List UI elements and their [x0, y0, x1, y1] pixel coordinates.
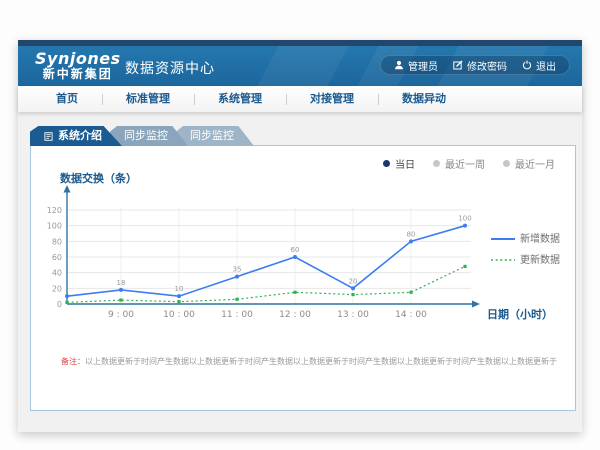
- svg-text:60: 60: [291, 246, 300, 254]
- svg-text:80: 80: [52, 237, 62, 246]
- svg-text:0: 0: [57, 300, 62, 309]
- tab-label: 同步监控: [190, 126, 234, 146]
- tab-label: 系统介绍: [58, 126, 102, 146]
- change-password-label: 修改密码: [467, 58, 507, 73]
- svg-text:更新数据: 更新数据: [520, 253, 560, 266]
- user-toolbar: 管理员 修改密码 退出: [380, 55, 570, 75]
- footnote-text: 以上数据更新于时间产生数据以上数据更新于时间产生数据以上数据更新于时间产生数据以…: [85, 357, 557, 366]
- current-user-label: 管理员: [408, 58, 438, 73]
- svg-text:60: 60: [52, 253, 62, 262]
- tab-label: 同步监控: [124, 126, 168, 146]
- range-option-today[interactable]: 当日: [383, 156, 415, 171]
- nav-item-standard-mgmt[interactable]: 标准管理: [102, 86, 194, 112]
- svg-text:13 : 00: 13 : 00: [337, 310, 369, 320]
- svg-text:12 : 00: 12 : 00: [279, 310, 311, 320]
- svg-text:11 : 00: 11 : 00: [221, 310, 253, 320]
- tab-bar: 系统介绍 同步监控 同步监控: [30, 126, 242, 146]
- header-streak: [251, 46, 355, 86]
- tab-sync-monitor-1[interactable]: 同步监控: [110, 126, 188, 146]
- svg-text:18: 18: [117, 279, 126, 287]
- change-password-button[interactable]: 修改密码: [453, 58, 507, 73]
- tab-sync-monitor-2[interactable]: 同步监控: [176, 126, 254, 146]
- logout-label: 退出: [536, 58, 556, 73]
- logo-subtext: 新中新集团: [35, 68, 121, 81]
- header: Synjones 新中新集团 数据资源中心 管理员 修改密码: [18, 46, 582, 86]
- current-user-button[interactable]: 管理员: [394, 58, 438, 73]
- nav-list: 首页 标准管理 系统管理 对接管理 数据异动: [18, 86, 470, 112]
- document-icon: [44, 132, 53, 141]
- edit-icon: [453, 60, 463, 70]
- main-nav: 首页 标准管理 系统管理 对接管理 数据异动: [18, 86, 582, 112]
- tab-system-intro[interactable]: 系统介绍: [30, 126, 122, 146]
- svg-text:120: 120: [47, 206, 62, 215]
- time-range-filter: 当日 最近一周 最近一月: [383, 156, 555, 171]
- svg-text:10 : 00: 10 : 00: [163, 310, 195, 320]
- svg-text:20: 20: [52, 284, 62, 293]
- svg-text:35: 35: [233, 266, 242, 274]
- range-option-label: 最近一月: [515, 156, 555, 171]
- svg-text:新增数据: 新增数据: [520, 232, 560, 245]
- logout-icon: [522, 60, 532, 70]
- nav-item-interface-mgmt[interactable]: 对接管理: [286, 86, 378, 112]
- svg-text:9 : 00: 9 : 00: [108, 310, 134, 320]
- svg-text:100: 100: [47, 222, 62, 231]
- radio-icon: [383, 160, 390, 167]
- content-area: 系统介绍 同步监控 同步监控 当日 最近一周: [18, 112, 582, 432]
- chart-container: 0 20 40 60 80 100 120 9 : 00 10 : 00 11 : 00 12 : …: [43, 182, 573, 328]
- svg-text:日期（小时）: 日期（小时）: [487, 307, 553, 321]
- logo-text: Synjones: [35, 50, 121, 68]
- svg-text:80: 80: [407, 230, 416, 238]
- range-option-label: 最近一周: [445, 156, 485, 171]
- svg-text:40: 40: [52, 269, 62, 278]
- nav-item-data-change[interactable]: 数据异动: [378, 86, 470, 112]
- content-panel: 当日 最近一周 最近一月 数据交换（条） 0204060801001209 : …: [30, 145, 576, 411]
- svg-text:10: 10: [175, 285, 184, 293]
- radio-icon: [433, 160, 440, 167]
- svg-text:100: 100: [458, 215, 471, 223]
- nav-item-system-mgmt[interactable]: 系统管理: [194, 86, 286, 112]
- svg-text:14 : 00: 14 : 00: [395, 310, 427, 320]
- range-option-last-week[interactable]: 最近一周: [433, 156, 485, 171]
- user-icon: [394, 60, 404, 70]
- app-title: 数据资源中心: [125, 58, 215, 78]
- radio-icon: [503, 160, 510, 167]
- logout-button[interactable]: 退出: [522, 58, 556, 73]
- range-option-label: 当日: [395, 156, 415, 171]
- data-exchange-line-chart: 0 20 40 60 80 100 120 9 : 00 10 : 00 11 : 00 12 : …: [43, 182, 573, 324]
- range-option-last-month[interactable]: 最近一月: [503, 156, 555, 171]
- footnote-prefix: 备注：: [61, 357, 85, 366]
- company-logo: Synjones 新中新集团: [35, 50, 121, 81]
- footnote: 备注：以上数据更新于时间产生数据以上数据更新于时间产生数据以上数据更新于时间产生…: [61, 356, 557, 367]
- svg-text:20: 20: [349, 277, 358, 285]
- app-window: Synjones 新中新集团 数据资源中心 管理员 修改密码: [18, 40, 582, 432]
- nav-item-home[interactable]: 首页: [32, 86, 102, 112]
